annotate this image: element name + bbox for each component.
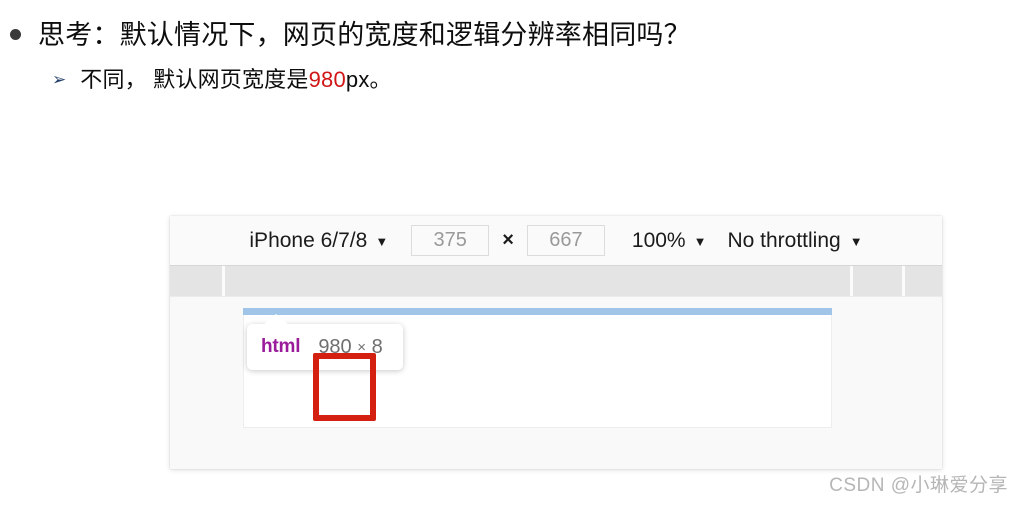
toolbar-separator — [222, 266, 225, 296]
red-annotation-box — [313, 353, 376, 421]
device-toolbar: iPhone 6/7/8 ▼ 375 × 667 100% ▼ No throt… — [170, 216, 942, 266]
network-throttle-dropdown[interactable]: No throttling ▼ — [727, 229, 862, 253]
zoom-level-label: 100% — [631, 228, 686, 252]
secondary-toolbar-strip — [170, 266, 942, 297]
bullet-level-2-text-after: px。 — [345, 67, 392, 92]
bullet-level-2-text-before: 不同， 默认网页宽度是 — [80, 67, 309, 92]
tooltip-tag-name: html — [261, 336, 301, 357]
toolbar-separator — [850, 266, 853, 296]
highlighted-width-value: 980 — [308, 67, 346, 92]
devtools-device-mode-panel: iPhone 6/7/8 ▼ 375 × 667 100% ▼ No throt… — [170, 216, 942, 469]
dimension-separator-icon: × — [502, 229, 514, 251]
network-throttle-label: No throttling — [727, 228, 841, 252]
chevron-down-icon: ▼ — [849, 234, 863, 249]
element-highlight-bar — [243, 308, 832, 315]
bullet-level-1: 思考：默认情况下，网页的宽度和逻辑分辨率相同吗？ — [10, 18, 691, 52]
zoom-level-dropdown[interactable]: 100% ▼ — [632, 229, 707, 253]
viewport-height-input[interactable]: 667 — [526, 225, 605, 256]
bullet-level-2: ➢ 不同， 默认网页宽度是980px。 — [52, 66, 392, 94]
chevron-down-icon: ▼ — [375, 234, 389, 249]
viewport-width-input[interactable]: 375 — [411, 225, 490, 256]
bullet-level-1-text: 思考：默认情况下，网页的宽度和逻辑分辨率相同吗？ — [38, 20, 691, 50]
chevron-down-icon: ▼ — [693, 234, 707, 249]
bullet-dot-icon — [10, 29, 21, 40]
watermark-text: CSDN @小琳爱分享 — [829, 475, 1008, 496]
device-preset-label: iPhone 6/7/8 — [249, 228, 368, 252]
bullet-level-2-text: 不同， 默认网页宽度是980px。 — [80, 66, 391, 94]
toolbar-separator — [902, 266, 905, 296]
viewport-stage: html 980 × 8 — [170, 297, 942, 469]
bullet-arrow-icon: ➢ — [52, 70, 67, 89]
device-preset-dropdown[interactable]: iPhone 6/7/8 ▼ — [249, 229, 388, 253]
